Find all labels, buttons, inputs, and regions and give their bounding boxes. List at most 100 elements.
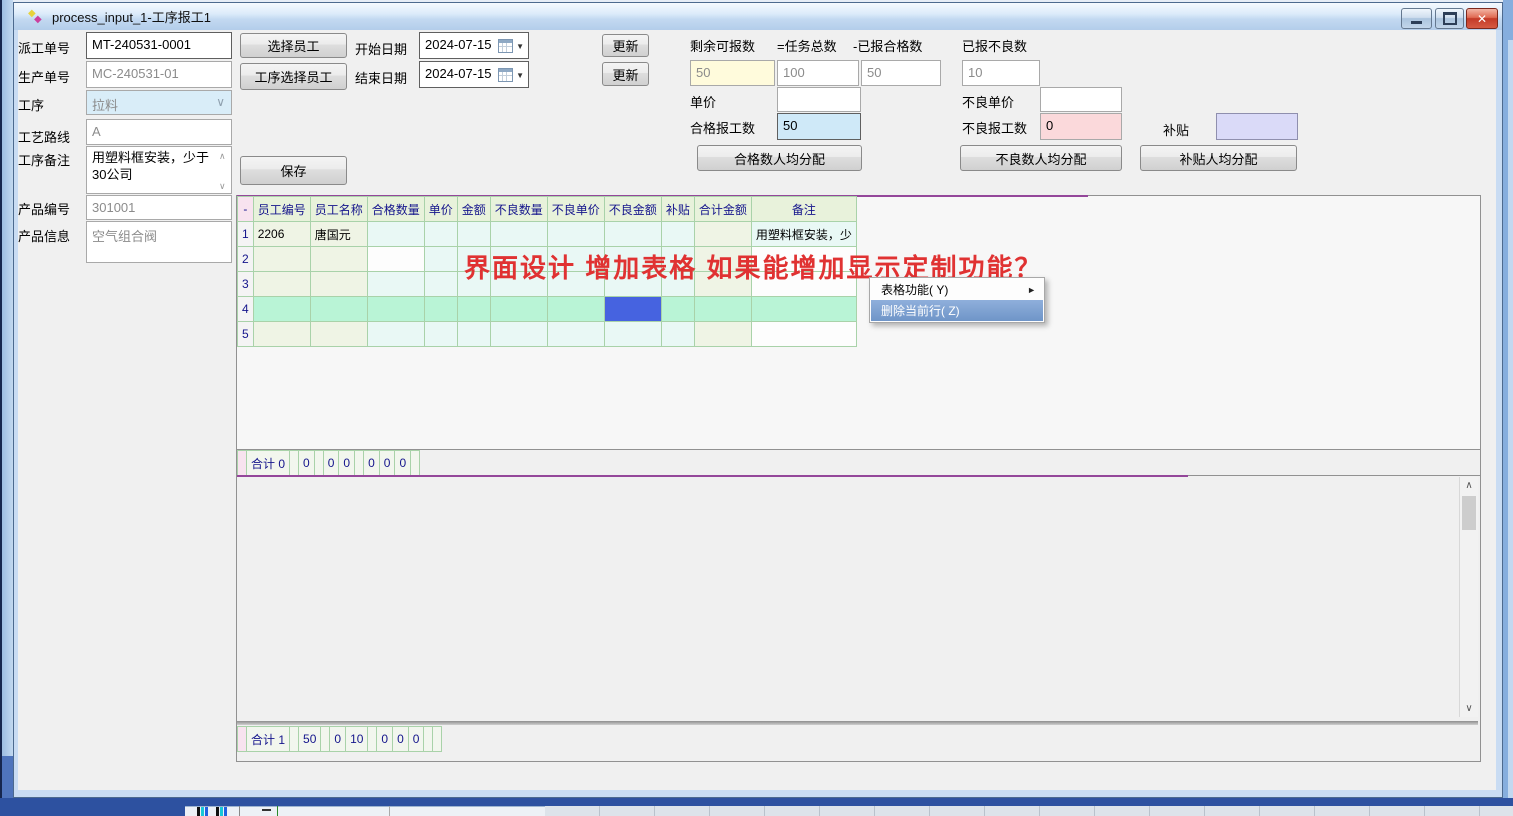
scroll-up-icon[interactable]: ∧ [219,152,1510,161]
column-header[interactable]: 备注 [751,197,856,222]
maximize-button[interactable] [1435,8,1464,29]
calendar-icon[interactable] [498,68,513,82]
task-total-input[interactable]: 100 [777,60,859,86]
column-header[interactable]: 单价 [424,197,457,222]
scroll-down-icon[interactable]: ∨ [219,182,1510,191]
grid-cell[interactable] [604,222,661,247]
grid-cell[interactable] [661,222,694,247]
grid2-vertical-scrollbar[interactable]: ∧ ∨ [1459,477,1478,717]
grid-cell[interactable] [367,272,424,297]
production-no-input[interactable]: MC-240531-01 [86,61,232,88]
grid-cell[interactable] [367,222,424,247]
grid-cell[interactable] [253,297,310,322]
allocate-bad-button[interactable]: 不良数人均分配 [960,145,1122,171]
grid-cell[interactable] [604,297,661,322]
update-start-button[interactable]: 更新 [602,34,649,57]
column-header[interactable]: - [238,197,254,222]
grid-cell[interactable] [310,322,367,347]
grid-cell[interactable] [367,322,424,347]
process-note-textarea[interactable]: 用塑料框安装，少于30公司 [86,146,232,194]
grid-cell[interactable] [424,222,457,247]
allocate-qualified-button[interactable]: 合格数人均分配 [697,145,862,171]
column-header[interactable]: 员工名称 [310,197,367,222]
column-header[interactable]: 不良单价 [547,197,604,222]
grid-cell[interactable]: 唐国元 [310,222,367,247]
dropdown-arrow-icon[interactable]: ▼ [516,42,524,51]
grid-cell[interactable] [310,247,367,272]
column-header[interactable]: 补贴 [661,197,694,222]
row-number[interactable]: 5 [238,322,254,347]
grid-cell[interactable] [424,247,457,272]
titlebar[interactable]: ◆ ◆ process_input_1-工序报工1 [14,3,1502,30]
grid-cell[interactable] [490,322,547,347]
column-header[interactable]: 员工编号 [253,197,310,222]
grid-cell[interactable] [253,322,310,347]
grid-cell[interactable] [604,322,661,347]
grid-cell[interactable] [253,272,310,297]
row-number[interactable]: 1 [238,222,254,247]
grid-cell[interactable] [424,322,457,347]
dropdown-arrow-icon[interactable]: ▼ [516,71,524,80]
grid-cell[interactable] [367,297,424,322]
process-select-employee-button[interactable]: 工序选择员工 [240,63,347,90]
grid-cell[interactable] [661,322,694,347]
grid-cell[interactable] [694,222,751,247]
grid-cell[interactable] [661,297,694,322]
row-number[interactable]: 2 [238,247,254,272]
column-header[interactable]: 金额 [457,197,490,222]
grid-cell[interactable] [310,272,367,297]
grid-cell[interactable] [694,297,751,322]
calendar-icon[interactable] [498,39,513,53]
dispatch-no-input[interactable]: MT-240531-0001 [86,32,232,59]
allocate-subsidy-button[interactable]: 补贴人均分配 [1140,145,1297,171]
grid-cell[interactable] [367,247,424,272]
select-employee-button[interactable]: 选择员工 [240,33,347,58]
column-header[interactable]: 不良数量 [490,197,547,222]
grid-cell[interactable] [457,222,490,247]
unit-price-input[interactable] [777,87,861,112]
column-header[interactable]: 合格数量 [367,197,424,222]
column-header[interactable]: 不良金额 [604,197,661,222]
qualified-count-input[interactable]: 50 [777,113,861,140]
grid-cell[interactable] [751,297,856,322]
grid-cell[interactable] [457,322,490,347]
reported-bad-input[interactable]: 10 [962,60,1040,86]
reported-qualified-input[interactable]: 50 [861,60,941,86]
chevron-down-icon[interactable]: ∨ [216,95,225,109]
scrollbar-down-icon[interactable]: ∨ [1460,700,1478,717]
grid-cell[interactable] [310,297,367,322]
process-combobox[interactable]: 拉料 ∨ [86,90,232,115]
route-input[interactable]: A [86,119,232,145]
row-number[interactable]: 3 [238,272,254,297]
menu-item-table-functions[interactable]: 表格功能( Y) ► [871,279,1043,300]
start-date-picker[interactable]: 2024-07-15 ▼ [419,32,529,59]
grid-cell[interactable]: 2206 [253,222,310,247]
row-number[interactable]: 4 [238,297,254,322]
grid-cell[interactable] [547,222,604,247]
bad-unit-price-input[interactable] [1040,87,1122,112]
product-info-input[interactable]: 空气组合阀 [86,221,232,263]
grid-cell[interactable] [490,297,547,322]
grid-cell[interactable] [424,297,457,322]
scrollbar-up-icon[interactable]: ∧ [1460,477,1478,494]
bad-count-input[interactable]: 0 [1040,113,1122,140]
subsidy-input[interactable] [1216,113,1298,140]
grid-cell[interactable] [547,322,604,347]
column-header[interactable]: 合计金额 [694,197,751,222]
grid-cell[interactable] [490,222,547,247]
close-button[interactable]: ✕ [1466,8,1498,29]
remaining-input[interactable]: 50 [690,60,775,86]
grid-cell[interactable] [547,297,604,322]
grid-cell[interactable] [751,322,856,347]
product-no-input[interactable]: 301001 [86,195,232,220]
scrollbar-thumb[interactable] [1462,496,1476,530]
grid-cell[interactable] [694,322,751,347]
update-end-button[interactable]: 更新 [602,62,649,86]
grid-cell[interactable] [253,247,310,272]
grid-cell[interactable] [457,297,490,322]
menu-item-delete-current-row[interactable]: 删除当前行( Z) [871,300,1043,321]
save-button[interactable]: 保存 [240,156,347,185]
end-date-picker[interactable]: 2024-07-15 ▼ [419,61,529,88]
grid-cell[interactable]: 用塑料框安装，少 [751,222,856,247]
grid-cell[interactable] [424,272,457,297]
